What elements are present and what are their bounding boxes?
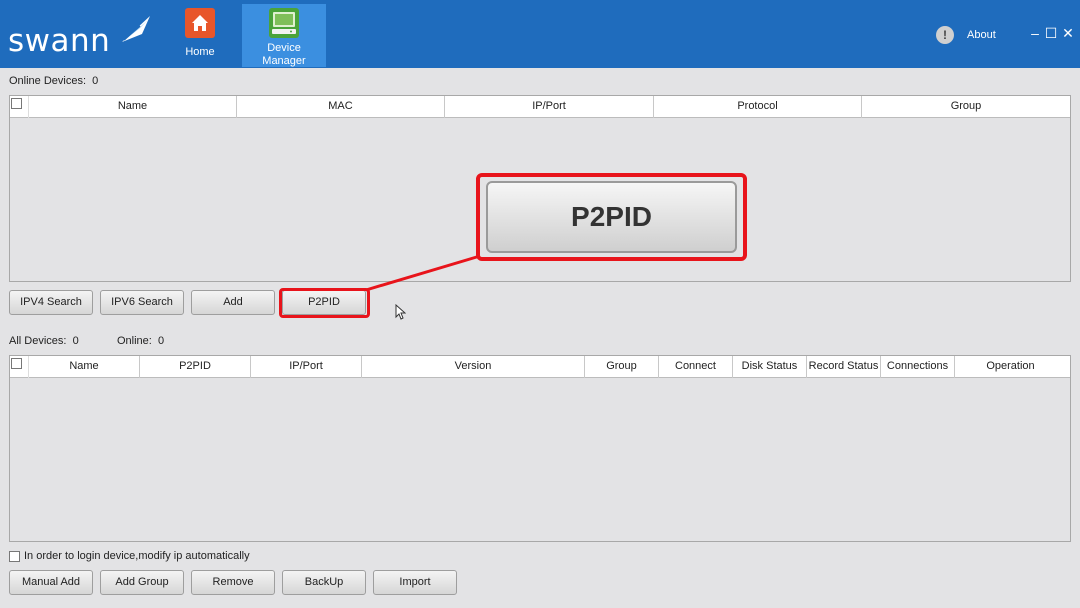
manual-add-button[interactable]: Manual Add	[9, 570, 93, 595]
auto-modify-ip-option[interactable]: In order to login device,modify ip autom…	[9, 550, 250, 562]
column-header-connections[interactable]: Connections	[881, 356, 955, 378]
column-header-operation[interactable]: Operation	[955, 356, 1066, 378]
p2pid-highlight-box	[279, 288, 370, 318]
backup-button[interactable]: BackUp	[282, 570, 366, 595]
checkbox[interactable]	[11, 358, 22, 369]
all-devices-header: Name P2PID IP/Port Version Group Connect…	[10, 356, 1070, 378]
column-header-version[interactable]: Version	[362, 356, 585, 378]
import-button[interactable]: Import	[373, 570, 457, 595]
online-count-label: Online: 0	[117, 335, 165, 347]
column-header-ip-port[interactable]: IP/Port	[251, 356, 362, 378]
add-group-button[interactable]: Add Group	[100, 570, 184, 595]
remove-button[interactable]: Remove	[191, 570, 275, 595]
auto-modify-ip-label: In order to login device,modify ip autom…	[24, 550, 250, 562]
all-devices-table[interactable]: Name P2PID IP/Port Version Group Connect…	[9, 355, 1071, 542]
mouse-cursor-icon	[395, 304, 406, 320]
select-all-devices[interactable]	[10, 356, 29, 378]
column-header-group[interactable]: Group	[585, 356, 659, 378]
column-header-disk-status[interactable]: Disk Status	[733, 356, 807, 378]
all-devices-count: 0	[72, 335, 79, 347]
all-devices-label: All Devices: 0	[9, 335, 79, 347]
column-header-p2pid[interactable]: P2PID	[140, 356, 251, 378]
online-count: 0	[157, 335, 165, 347]
p2pid-zoom-callout: P2PID	[476, 173, 747, 261]
column-header-record-status[interactable]: Record Status	[807, 356, 881, 378]
column-header-name[interactable]: Name	[29, 356, 140, 378]
auto-modify-ip-checkbox[interactable]	[9, 550, 20, 562]
p2pid-zoom-button: P2PID	[486, 181, 737, 253]
column-header-connect[interactable]: Connect	[659, 356, 733, 378]
